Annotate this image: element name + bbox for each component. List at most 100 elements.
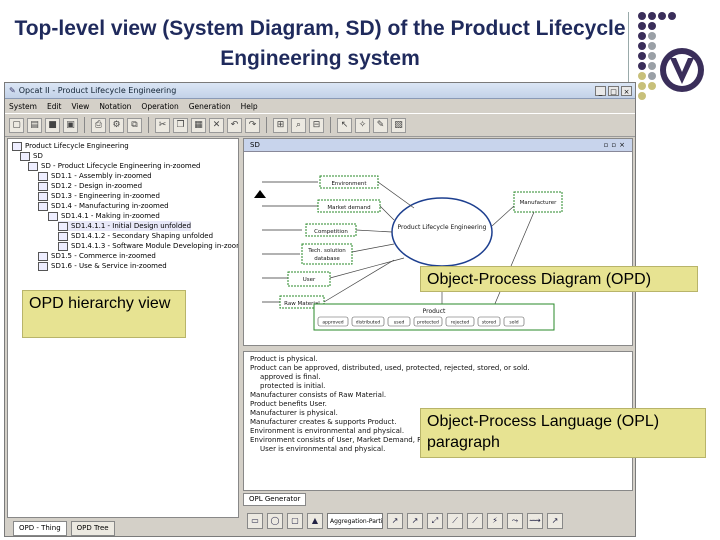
close-file-icon[interactable]: ▣ <box>63 117 78 133</box>
image-icon[interactable]: ▧ <box>391 117 406 133</box>
menu-help[interactable]: Help <box>241 102 258 111</box>
opd-diagram-pane[interactable]: SD ▫▫× Environment Market demand Manufac… <box>243 138 633 346</box>
opl-sentence: Manufacturer creates & supports Product. <box>250 418 397 426</box>
effect-link-icon[interactable]: ⤢ <box>427 513 443 529</box>
tree-row[interactable]: SD1.4.1.2 - Secondary Shaping unfolded <box>58 231 213 241</box>
tree-row[interactable]: SD1.4.1.1 - Initial Design unfolded <box>58 221 192 231</box>
undo-icon[interactable]: ↶ <box>227 117 242 133</box>
svg-text:used: used <box>394 320 405 326</box>
menu-view[interactable]: View <box>72 102 90 111</box>
svg-text:Market demand: Market demand <box>327 205 370 211</box>
app-icon: ✎ <box>9 86 16 95</box>
opl-sentence: User is environmental and physical. <box>260 445 386 453</box>
menu-operation[interactable]: Operation <box>141 102 178 111</box>
svg-text:Tech. solution: Tech. solution <box>307 248 346 254</box>
delete-icon[interactable]: ✕ <box>209 117 224 133</box>
tree-row[interactable]: SD1.4.1.3 - Software Module Developing i… <box>58 241 238 251</box>
tree-row[interactable]: SD1.1 - Assembly in-zoomed <box>38 171 152 181</box>
opl-sentence: protected is initial. <box>260 382 326 390</box>
svg-text:Environment: Environment <box>331 181 367 187</box>
copy-icon[interactable]: ⧉ <box>127 117 142 133</box>
menu-generation[interactable]: Generation <box>189 102 231 111</box>
tree-row[interactable]: SD1.5 - Commerce in-zoomed <box>38 251 156 261</box>
callout-hierarchy: OPD hierarchy view <box>22 290 186 338</box>
slide-title: Top-level view (System Diagram, SD) of t… <box>14 17 626 70</box>
pencil-icon[interactable]: ✎ <box>373 117 388 133</box>
agent-link-icon[interactable]: ⟋ <box>447 513 463 529</box>
frame-controls[interactable]: ▫▫× <box>604 139 632 151</box>
tree-row[interactable]: SD1.3 - Engineering in-zoomed <box>38 191 160 201</box>
opl-sentence: Environment is environmental and physica… <box>250 427 405 435</box>
tab-opd-tree[interactable]: OPD Tree <box>70 520 115 536</box>
opl-sentence: Product can be approved, distributed, us… <box>250 364 530 372</box>
tree-row[interactable]: SD1.2 - Design in-zoomed <box>38 181 142 191</box>
toolbar-separator <box>148 117 149 133</box>
opd-canvas[interactable]: Environment Market demand Manufacturer C… <box>244 152 632 346</box>
main-toolbar: ▢ ▤ ■ ▣ ⎙ ⚙ ⧉ ✂ ❐ ▦ ✕ ↶ ↷ ⊞ ⌕ ⊟ ↖ ✧ ✎ ▧ <box>5 113 635 137</box>
event-link-icon[interactable]: ↗ <box>547 513 563 529</box>
opl-sentence: Product is physical. <box>250 355 318 363</box>
zoom-out-icon[interactable]: ⊟ <box>309 117 324 133</box>
redo-icon[interactable]: ↷ <box>245 117 260 133</box>
rectangle-icon[interactable]: ▭ <box>247 513 263 529</box>
window-titlebar[interactable]: ✎ Opcat II - Product Lifecycle Engineeri… <box>5 83 635 99</box>
tree-row[interactable]: SD1.4 - Manufacturing in-zoomed <box>38 201 169 211</box>
tab-opl-generator[interactable]: OPL Generator <box>243 493 307 506</box>
cut-icon[interactable]: ✂ <box>155 117 170 133</box>
tree-row[interactable]: SD1.6 - Use & Service in-zoomed <box>38 261 167 271</box>
new-file-icon[interactable]: ▢ <box>9 117 24 133</box>
rounded-rect-icon[interactable]: ▢ <box>287 513 303 529</box>
svg-text:rejected: rejected <box>451 320 470 326</box>
university-logo <box>628 8 710 104</box>
tree-row[interactable]: SD1.4.1 - Making in-zoomed <box>48 211 160 221</box>
opl-sentence: Manufacturer consists of Raw Material. <box>250 391 387 399</box>
link-type-select[interactable]: Aggregation-Participation <box>327 513 383 529</box>
svg-text:protected: protected <box>417 320 439 326</box>
toolbar-separator <box>266 117 267 133</box>
condition-link-icon[interactable]: ⟿ <box>527 513 543 529</box>
save-icon[interactable]: ■ <box>45 117 60 133</box>
minimize-button[interactable]: _ <box>595 85 606 96</box>
menu-edit[interactable]: Edit <box>47 102 62 111</box>
zoom-icon[interactable]: ⌕ <box>291 117 306 133</box>
menu-system[interactable]: System <box>9 102 37 111</box>
copy-page-icon[interactable]: ❐ <box>173 117 188 133</box>
menubar: System Edit View Notation Operation Gene… <box>5 99 635 113</box>
pointer-icon[interactable]: ↖ <box>337 117 352 133</box>
invocation-link-icon[interactable]: ⚡ <box>487 513 503 529</box>
diagram-frame-title: SD ▫▫× <box>244 139 632 152</box>
svg-text:Competition: Competition <box>314 229 348 235</box>
opl-sentence: approved is final. <box>260 373 321 381</box>
print-icon[interactable]: ⎙ <box>91 117 106 133</box>
svg-text:User: User <box>303 277 316 283</box>
consumption-link-icon[interactable]: ↗ <box>407 513 423 529</box>
svg-text:sold: sold <box>509 320 518 326</box>
magic-wand-icon[interactable]: ✧ <box>355 117 370 133</box>
svg-text:Manufacturer: Manufacturer <box>520 200 558 206</box>
close-button[interactable]: × <box>621 85 632 96</box>
exception-link-icon[interactable]: ⤳ <box>507 513 523 529</box>
paste-icon[interactable]: ▦ <box>191 117 206 133</box>
maximize-button[interactable]: □ <box>608 85 619 96</box>
triangle-icon <box>254 190 266 198</box>
settings-icon[interactable]: ⚙ <box>109 117 124 133</box>
process-product-lifecycle-engineering[interactable] <box>391 197 493 267</box>
tree-row[interactable]: Product Lifecycle Engineering <box>12 141 129 151</box>
open-folder-icon[interactable]: ▤ <box>27 117 42 133</box>
ellipse-icon[interactable]: ◯ <box>267 513 283 529</box>
tree-row[interactable]: SD <box>20 151 43 161</box>
link-icon[interactable]: ↗ <box>387 513 403 529</box>
instrument-link-icon[interactable]: ⟋ <box>467 513 483 529</box>
drawing-toolbar: ▭ ◯ ▢ ▲ Aggregation-Participation ↗ ↗ ⤢ … <box>243 507 633 535</box>
tree-row[interactable]: SD - Product Lifecycle Engineering in-zo… <box>28 161 201 171</box>
opl-sentence: Product benefits User. <box>250 400 327 408</box>
svg-text:Product: Product <box>423 308 446 315</box>
tab-opd-thing[interactable]: OPD - Thing <box>13 520 67 536</box>
svg-text:stored: stored <box>482 320 496 326</box>
menu-notation[interactable]: Notation <box>99 102 131 111</box>
fit-icon[interactable]: ⊞ <box>273 117 288 133</box>
process-label: Product Lifecycle Engineering <box>398 224 487 231</box>
callout-opd: Object-Process Diagram (OPD) <box>420 266 698 292</box>
window-title: Opcat II - Product Lifecycle Engineering <box>18 86 177 95</box>
aggregation-icon[interactable]: ▲ <box>307 513 323 529</box>
